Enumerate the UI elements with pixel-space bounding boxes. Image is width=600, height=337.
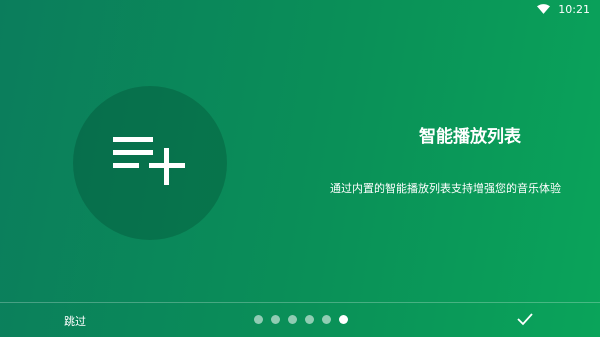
page-dot[interactable]	[322, 315, 331, 324]
slide-text: 智能播放列表 通过内置的智能播放列表支持增强您的音乐体验	[330, 122, 600, 195]
slide-title: 智能播放列表	[419, 127, 521, 147]
page-dot-active[interactable]	[339, 315, 348, 324]
done-button[interactable]	[517, 312, 533, 326]
wifi-icon	[537, 4, 551, 14]
page-indicator	[254, 315, 348, 324]
page-dot[interactable]	[254, 315, 263, 324]
check-icon	[517, 312, 533, 326]
slide-description: 通过内置的智能播放列表支持增强您的音乐体验	[330, 182, 561, 195]
status-time: 10:21	[558, 2, 590, 16]
status-bar: 10:21	[470, 0, 600, 18]
feature-illustration	[73, 86, 227, 240]
page-dot[interactable]	[271, 315, 280, 324]
page-dot[interactable]	[288, 315, 297, 324]
page-dot[interactable]	[305, 315, 314, 324]
playlist-add-icon	[113, 137, 187, 189]
skip-button[interactable]: 跳过	[64, 313, 86, 329]
bottom-bar: 跳过	[0, 303, 600, 337]
